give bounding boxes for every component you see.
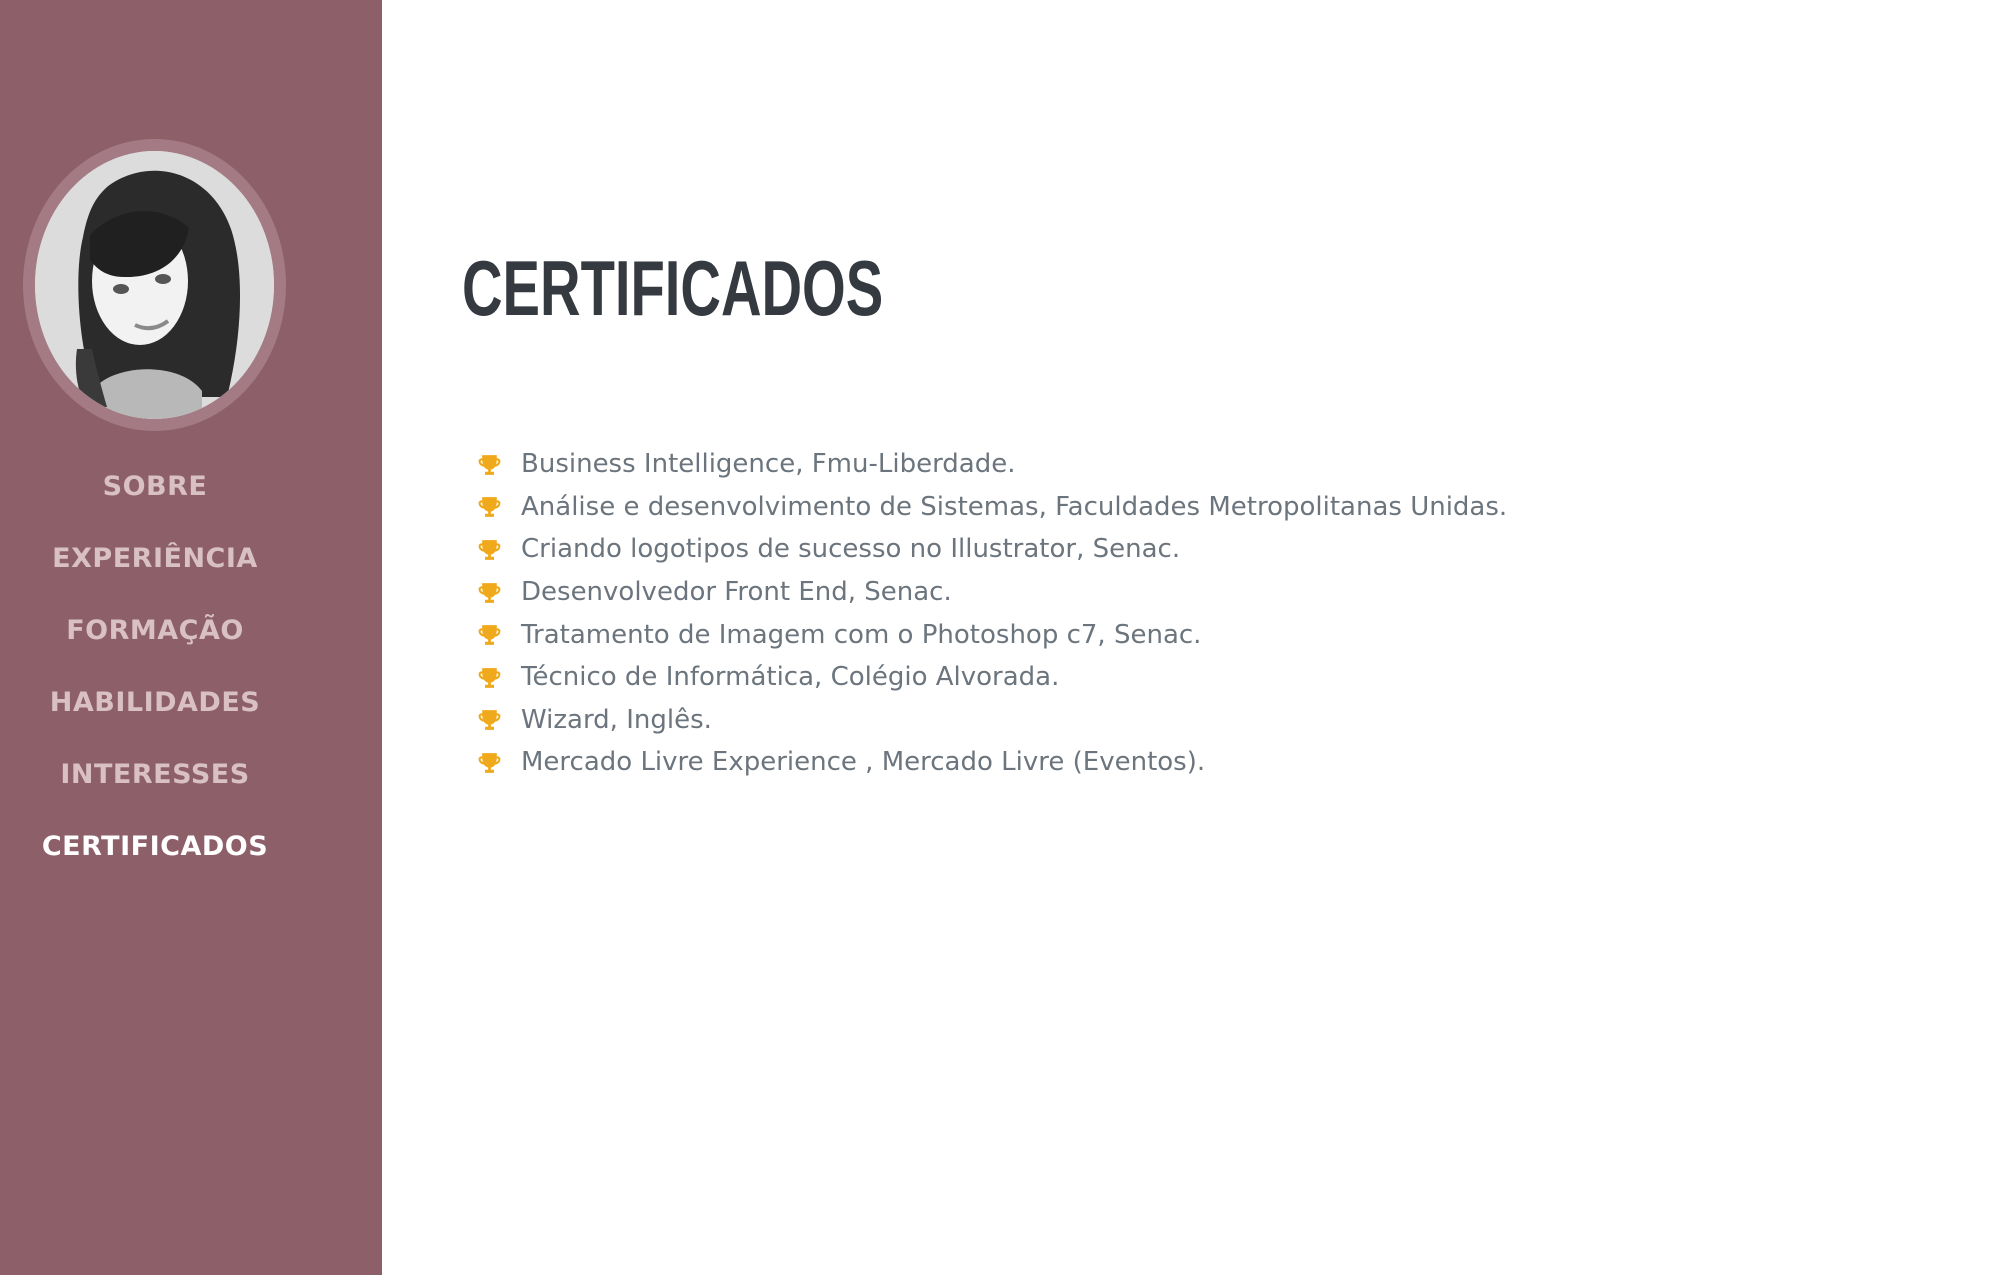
list-item: Wizard, Inglês. xyxy=(477,699,1507,742)
trophy-icon xyxy=(478,540,501,560)
list-item: Business Intelligence, Fmu-Liberdade. xyxy=(477,443,1507,486)
page-title: CERTIFICADOS xyxy=(462,244,884,332)
sidebar-item-experiencia: EXPERIÊNCIA xyxy=(0,542,310,614)
certificate-text: Desenvolvedor Front End, Senac. xyxy=(521,577,952,608)
sidebar-item-habilidades: HABILIDADES xyxy=(0,686,310,758)
list-item: Mercado Livre Experience , Mercado Livre… xyxy=(477,741,1507,784)
nav-link-interesses[interactable]: INTERESSES xyxy=(60,758,249,792)
trophy-icon xyxy=(478,582,501,603)
trophy-icon xyxy=(478,710,501,731)
sidebar-item-formacao: FORMAÇÃO xyxy=(0,614,310,686)
avatar xyxy=(35,151,274,419)
certificate-text: Análise e desenvolvimento de Sistemas, F… xyxy=(521,491,1508,522)
list-item: Criando logotipos de sucesso no Illustra… xyxy=(477,528,1507,571)
nav-link-sobre[interactable]: SOBRE xyxy=(103,470,208,504)
nav-link-certificados[interactable]: CERTIFICADOS xyxy=(42,830,268,864)
sidebar-item-sobre: SOBRE xyxy=(0,470,310,542)
certificate-text: Tratamento de Imagem com o Photoshop c7,… xyxy=(521,619,1202,650)
page: SOBRE EXPERIÊNCIA FORMAÇÃO HABILIDADES I… xyxy=(0,0,2000,1275)
certificate-text: Mercado Livre Experience , Mercado Livre… xyxy=(521,747,1206,778)
avatar-frame xyxy=(23,139,286,431)
trophy-icon xyxy=(478,753,501,773)
certificates-list: Business Intelligence, Fmu-Liberdade. An… xyxy=(477,443,1507,784)
sidebar-item-certificados: CERTIFICADOS xyxy=(0,830,310,902)
trophy-icon xyxy=(478,667,501,688)
list-item: Técnico de Informática, Colégio Alvorada… xyxy=(477,656,1507,699)
list-item: Tratamento de Imagem com o Photoshop c7,… xyxy=(477,613,1507,656)
nav-link-habilidades[interactable]: HABILIDADES xyxy=(50,686,260,720)
certificate-text: Business Intelligence, Fmu-Liberdade. xyxy=(521,449,1016,480)
trophy-icon xyxy=(478,625,501,646)
trophy-icon xyxy=(478,497,501,518)
certificate-text: Criando logotipos de sucesso no Illustra… xyxy=(521,534,1181,565)
sidebar: SOBRE EXPERIÊNCIA FORMAÇÃO HABILIDADES I… xyxy=(0,0,382,1275)
trophy-icon xyxy=(478,454,501,475)
nav-link-experiencia[interactable]: EXPERIÊNCIA xyxy=(52,542,258,576)
sidebar-nav: SOBRE EXPERIÊNCIA FORMAÇÃO HABILIDADES I… xyxy=(0,470,310,902)
main-content: CERTIFICADOS Business Intelligence, Fmu-… xyxy=(382,0,2000,1275)
profile-photo xyxy=(35,151,274,419)
sidebar-item-interesses: INTERESSES xyxy=(0,758,310,830)
list-item: Análise e desenvolvimento de Sistemas, F… xyxy=(477,486,1507,529)
list-item: Desenvolvedor Front End, Senac. xyxy=(477,571,1507,614)
certificate-text: Wizard, Inglês. xyxy=(521,704,712,735)
certificate-text: Técnico de Informática, Colégio Alvorada… xyxy=(521,662,1060,693)
nav-link-formacao[interactable]: FORMAÇÃO xyxy=(66,614,244,648)
